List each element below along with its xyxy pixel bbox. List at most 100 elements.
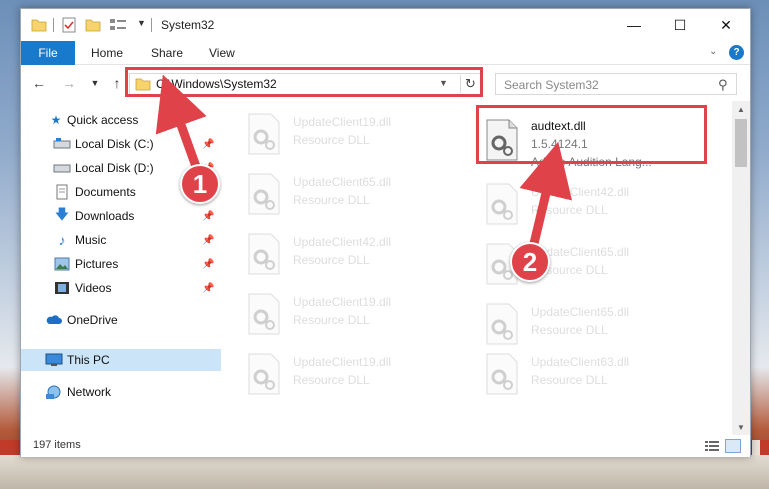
- file-name: UpdateClient19.dll: [293, 295, 392, 309]
- navigation-pane: ★ Quick access Local Disk (C:) 📌 Local D…: [21, 101, 221, 435]
- sidebar-item-quick-access[interactable]: ★ Quick access: [21, 109, 221, 131]
- tiles-view-icon[interactable]: [725, 439, 741, 453]
- properties-check-icon[interactable]: [61, 17, 77, 33]
- computer-icon: [45, 353, 63, 366]
- drive-icon: [53, 164, 71, 173]
- file-tile[interactable]: UpdateClient65.dll Resource DLL: [245, 167, 475, 221]
- new-folder-icon[interactable]: [85, 17, 101, 33]
- sidebar-item-network[interactable]: Network: [21, 381, 221, 403]
- file-tile[interactable]: UpdateClient65.dll Resource DLL: [483, 297, 713, 351]
- dll-file-icon: [248, 353, 280, 395]
- sidebar-item-this-pc[interactable]: This PC: [21, 349, 221, 371]
- item-count: 197 items: [33, 439, 81, 451]
- step-badge-2: 2: [510, 242, 550, 282]
- dll-file-icon: [248, 173, 280, 215]
- file-type: Resource DLL: [293, 133, 370, 147]
- pin-icon[interactable]: 📌: [202, 139, 214, 150]
- file-tile[interactable]: UpdateClient42.dll Resource DLL: [245, 227, 475, 281]
- file-tile[interactable]: UpdateClient42.dll Resource DLL: [483, 177, 713, 231]
- tab-file[interactable]: File: [21, 41, 75, 65]
- dll-file-icon: [486, 183, 518, 225]
- file-highlight: [476, 105, 707, 164]
- help-button[interactable]: ?: [729, 45, 744, 60]
- sidebar-item-label: Local Disk (D:): [75, 161, 154, 175]
- file-type: Resource DLL: [293, 253, 370, 267]
- details-view-icon[interactable]: [705, 440, 719, 452]
- sidebar-item-label: Music: [75, 233, 107, 247]
- step-badge-1: 1: [180, 164, 220, 204]
- scrollbar-thumb[interactable]: [735, 119, 747, 167]
- pin-icon[interactable]: 📌: [202, 259, 214, 270]
- back-arrow-icon[interactable]: ←: [29, 73, 49, 93]
- ribbon-tabs: File Home Share View ⌄ ?: [21, 41, 750, 65]
- maximize-button[interactable]: ☐: [657, 9, 703, 41]
- dll-file-icon: [248, 293, 280, 335]
- sidebar-item-onedrive[interactable]: OneDrive: [21, 309, 221, 331]
- sidebar-item-label: Quick access: [67, 113, 139, 127]
- sidebar-item-music[interactable]: ♪ Music 📌: [21, 229, 221, 251]
- videos-icon: [55, 282, 69, 294]
- dll-file-icon: [486, 303, 518, 345]
- sidebar-item-videos[interactable]: Videos 📌: [21, 277, 221, 299]
- pin-icon[interactable]: 📌: [202, 235, 214, 246]
- network-icon: [46, 385, 61, 399]
- sidebar-item-label: Local Disk (C:): [75, 137, 154, 151]
- forward-arrow-icon[interactable]: →: [59, 73, 79, 93]
- dll-file-icon: [248, 233, 280, 275]
- close-button[interactable]: ✕: [703, 9, 749, 41]
- scroll-down-arrow-icon[interactable]: ▼: [732, 419, 750, 435]
- search-placeholder: Search System32: [504, 78, 599, 92]
- sidebar-item-label: Documents: [75, 185, 136, 199]
- title-separator-2: [151, 18, 152, 32]
- search-icon[interactable]: ⚲: [718, 77, 728, 93]
- music-icon: ♪: [58, 232, 66, 248]
- minimize-button[interactable]: —: [611, 9, 657, 41]
- tab-share[interactable]: Share: [151, 41, 183, 65]
- file-name: UpdateClient19.dll: [293, 115, 392, 129]
- title-bar: ▼ System32 — ☐ ✕: [21, 9, 750, 41]
- file-name: UpdateClient19.dll: [293, 355, 392, 369]
- address-bar-highlight: [125, 67, 483, 97]
- expand-ribbon-icon[interactable]: ⌄: [709, 46, 717, 57]
- up-arrow-icon[interactable]: ↑: [107, 73, 127, 93]
- search-input[interactable]: Search System32 ⚲: [495, 73, 737, 95]
- pin-icon[interactable]: 📌: [202, 283, 214, 294]
- file-name: UpdateClient65.dll: [293, 175, 392, 189]
- file-type: Resource DLL: [293, 373, 370, 387]
- sidebar-item-downloads[interactable]: 🡇 Downloads 📌: [21, 205, 221, 227]
- status-bar: 197 items: [21, 435, 750, 457]
- window-title: System32: [161, 18, 215, 32]
- dll-file-icon: [248, 113, 280, 155]
- file-type: Resource DLL: [531, 323, 608, 337]
- file-name: UpdateClient63.dll: [531, 355, 630, 369]
- view-options-icon[interactable]: [109, 17, 127, 33]
- scroll-up-arrow-icon[interactable]: ▲: [732, 101, 750, 117]
- star-icon: ★: [50, 113, 62, 127]
- file-name: UpdateClient42.dll: [293, 235, 392, 249]
- sidebar-item-label: Network: [67, 385, 112, 399]
- quick-access-dropdown-icon[interactable]: ▼: [137, 18, 146, 28]
- file-type: Resource DLL: [531, 203, 608, 217]
- cloud-icon: [46, 315, 62, 324]
- tab-view[interactable]: View: [209, 41, 235, 65]
- pictures-icon: [54, 257, 70, 271]
- download-icon: 🡇: [54, 206, 70, 222]
- desktop-wall-decoration: [0, 455, 769, 489]
- title-separator: [53, 18, 54, 32]
- sidebar-item-pictures[interactable]: Pictures 📌: [21, 253, 221, 275]
- vertical-scrollbar[interactable]: ▲ ▼: [732, 101, 750, 435]
- file-tile[interactable]: UpdateClient63.dll Resource DLL: [483, 347, 713, 401]
- dll-file-icon: [486, 353, 518, 395]
- tab-home[interactable]: Home: [91, 41, 123, 65]
- sidebar-item-local-disk-c[interactable]: Local Disk (C:) 📌: [21, 133, 221, 155]
- file-tile[interactable]: UpdateClient19.dll Resource DLL: [245, 287, 475, 341]
- sidebar-item-label: OneDrive: [67, 313, 118, 327]
- file-tile[interactable]: UpdateClient19.dll Resource DLL: [245, 347, 475, 401]
- sidebar-item-label: Downloads: [75, 209, 135, 223]
- pin-icon[interactable]: 📌: [202, 211, 214, 222]
- sidebar-item-label: Pictures: [75, 257, 119, 271]
- documents-icon: [56, 184, 68, 200]
- drive-icon: [53, 138, 71, 149]
- recent-locations-chevron-icon[interactable]: ▼: [85, 73, 105, 93]
- file-tile[interactable]: UpdateClient19.dll Resource DLL: [245, 107, 475, 161]
